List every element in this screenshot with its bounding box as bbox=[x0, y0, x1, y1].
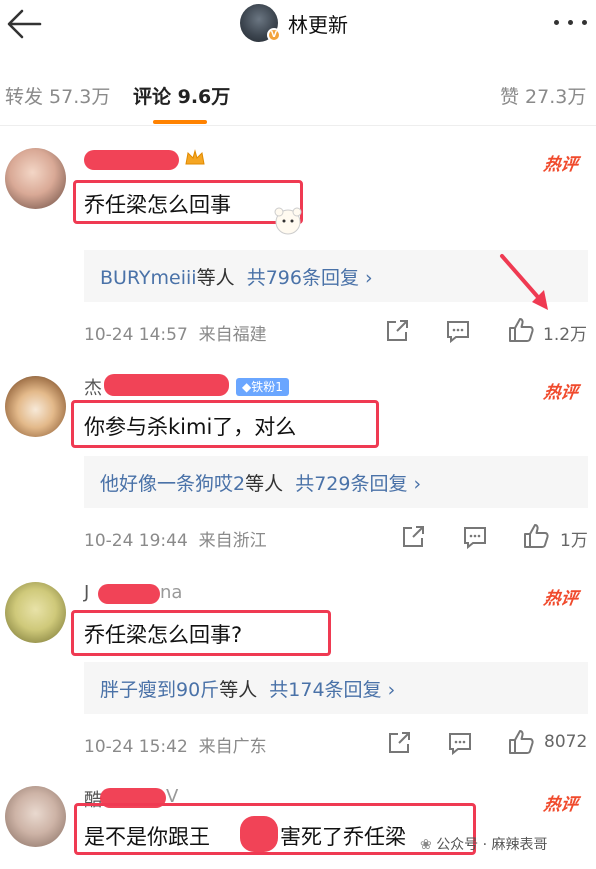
hot-comment-badge: 热评 bbox=[542, 589, 580, 609]
comment-icon[interactable] bbox=[462, 524, 488, 550]
comment-text: 是不是你跟王 bbox=[84, 825, 210, 849]
reply-author[interactable]: 他好像一条狗哎2 bbox=[100, 473, 245, 495]
reply-preview[interactable]: 胖子瘦到90斤等人 共174条回复 › bbox=[84, 662, 588, 714]
avatar[interactable] bbox=[5, 786, 66, 847]
tab-indicator bbox=[153, 120, 207, 124]
avatar[interactable] bbox=[5, 582, 66, 643]
watermark-text: 公众号 · 麻辣表哥 bbox=[436, 837, 548, 853]
reply-count[interactable]: 共729条回复 › bbox=[295, 473, 421, 495]
reply-suffix: 等人 bbox=[219, 679, 258, 701]
comment-meta: 10-24 15:42 来自广东 bbox=[84, 732, 267, 757]
comment-meta: 10-24 19:44 来自浙江 bbox=[84, 526, 267, 551]
top-bar: V 林更新 bbox=[0, 0, 596, 50]
reply-preview[interactable]: 他好像一条狗哎2等人 共729条回复 › bbox=[84, 456, 588, 508]
avatar[interactable] bbox=[5, 148, 66, 209]
comment-text: 乔任梁怎么回事? bbox=[84, 623, 243, 647]
hot-comment-badge: 热评 bbox=[542, 155, 580, 175]
more-dots-icon[interactable] bbox=[554, 12, 588, 32]
like-icon[interactable] bbox=[507, 728, 535, 756]
comment-date: 10-24 14:57 bbox=[84, 325, 188, 345]
reply-summary: BURYmeiii等人 共796条回复 › bbox=[100, 263, 373, 290]
share-icon[interactable] bbox=[386, 730, 412, 756]
share-icon[interactable] bbox=[400, 524, 426, 550]
comment-icon[interactable] bbox=[445, 318, 471, 344]
comment-item: 杰 ◆铁粉1 热评 你参与杀kimi了，对么 他好像一条狗哎2等人 共729条回… bbox=[0, 372, 596, 562]
user-name[interactable]: 林更新 bbox=[288, 9, 348, 38]
tab-repost[interactable]: 转发 57.3万 bbox=[5, 82, 110, 109]
like-count: 1.2万 bbox=[543, 325, 588, 345]
tab-bar: 转发 57.3万 评论 9.6万 赞 27.3万 bbox=[0, 72, 596, 126]
avatar[interactable] bbox=[5, 376, 66, 437]
comment-username-tail: na bbox=[160, 582, 183, 603]
reply-author[interactable]: BURYmeiii bbox=[100, 267, 197, 289]
reply-summary: 他好像一条狗哎2等人 共729条回复 › bbox=[100, 469, 421, 496]
reply-suffix: 等人 bbox=[196, 267, 235, 289]
comment-text: 你参与杀kimi了，对么 bbox=[84, 415, 297, 439]
comment-location: 来自浙江 bbox=[198, 531, 267, 551]
hot-comment-badge: 热评 bbox=[542, 795, 580, 815]
like-icon[interactable] bbox=[522, 522, 550, 550]
annotation-arrow-icon bbox=[500, 254, 548, 310]
hot-comment-badge: 热评 bbox=[542, 383, 580, 403]
comment-location: 来自福建 bbox=[198, 325, 267, 345]
comment-location: 来自广东 bbox=[198, 737, 267, 757]
comment-username[interactable]: J bbox=[84, 582, 89, 603]
member-crown-icon bbox=[184, 148, 206, 168]
back-arrow-icon[interactable] bbox=[4, 4, 44, 44]
like-count: 1万 bbox=[560, 531, 588, 551]
reply-suffix: 等人 bbox=[245, 473, 284, 495]
comment-username[interactable]: 杰 bbox=[84, 374, 102, 400]
comment-icon[interactable] bbox=[447, 730, 473, 756]
tab-likes[interactable]: 赞 27.3万 bbox=[500, 82, 586, 109]
fan-badge-label: 铁粉1 bbox=[251, 380, 283, 394]
comment-item: J na 热评 乔任梁怎么回事? 胖子瘦到90斤等人 共174条回复 › 10-… bbox=[0, 580, 596, 770]
comment-date: 10-24 15:42 bbox=[84, 737, 188, 757]
fan-badge: ◆铁粉1 bbox=[236, 378, 289, 396]
comment-meta: 10-24 14:57 来自福建 bbox=[84, 320, 267, 345]
redacted-username bbox=[84, 150, 179, 170]
tab-comments[interactable]: 评论 9.6万 bbox=[133, 82, 230, 109]
redacted-username bbox=[98, 584, 160, 604]
comment-text-tail: 害死了乔任梁 bbox=[280, 825, 406, 849]
watermark: ❀ 公众号 · 麻辣表哥 bbox=[420, 834, 548, 854]
comment-date: 10-24 19:44 bbox=[84, 531, 188, 551]
wechat-icon: ❀ bbox=[420, 837, 432, 853]
share-icon[interactable] bbox=[384, 318, 410, 344]
reply-count[interactable]: 共796条回复 › bbox=[247, 267, 373, 289]
diamond-icon: ◆ bbox=[242, 380, 252, 394]
reply-summary: 胖子瘦到90斤等人 共174条回复 › bbox=[100, 675, 395, 702]
like-icon[interactable] bbox=[507, 316, 535, 344]
comment-item: 酷 V 热评 是不是你跟王 害死了乔任梁 bbox=[0, 786, 596, 869]
bear-sticker-icon bbox=[270, 204, 306, 236]
reply-count[interactable]: 共174条回复 › bbox=[269, 679, 395, 701]
reply-author[interactable]: 胖子瘦到90斤 bbox=[100, 679, 219, 701]
verified-badge: V bbox=[267, 28, 281, 42]
comment-text: 乔任梁怎么回事 bbox=[84, 193, 231, 217]
like-count: 8072 bbox=[544, 732, 588, 752]
redacted-username bbox=[104, 374, 229, 396]
redacted-text bbox=[240, 816, 278, 852]
